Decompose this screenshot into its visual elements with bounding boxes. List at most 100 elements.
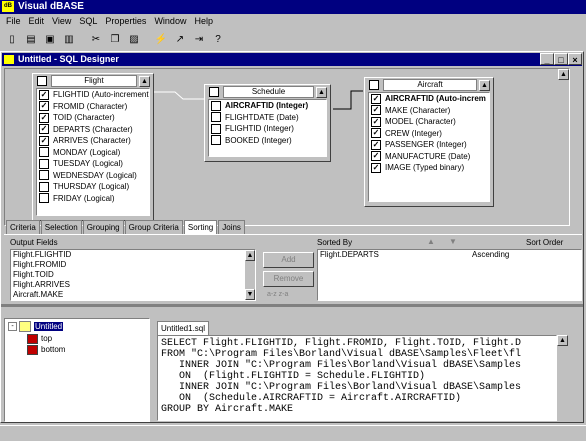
copy-icon[interactable]: ❐ [107,31,123,47]
field-checkbox[interactable] [39,193,49,204]
field-row[interactable]: MANUFACTURE (Date) [369,151,489,163]
field-row[interactable]: FLIGHTID (Auto-increment) [37,89,149,101]
open-folder-icon[interactable]: ▤ [23,31,39,47]
flight-table[interactable]: Flight▲FLIGHTID (Auto-increment)FROMID (… [32,73,154,221]
field-row[interactable]: AIRCRAFTID (Integer) [209,100,326,112]
output-field-item[interactable]: Flight.TOID [11,270,255,280]
tab-sorting[interactable]: Sorting [183,220,218,234]
field-checkbox[interactable] [39,147,49,158]
output-list-scrollbar[interactable]: ▲ ▼ [245,250,255,300]
sorted-by-list[interactable]: Flight.DEPARTS Ascending [317,249,582,301]
field-row[interactable]: WEDNESDAY (Logical) [37,170,149,182]
menu-help[interactable]: Help [190,14,217,28]
field-row[interactable]: IMAGE (Typed binary) [369,162,489,174]
output-scroll-down-icon[interactable]: ▼ [245,289,255,300]
sql-text-area[interactable]: SELECT Flight.FLIGHTID, Flight.FROMID, F… [157,335,557,421]
aircraft-table[interactable]: Aircraft▲AIRCRAFTID (Auto-incremMAKE (Ch… [364,77,494,207]
az-sort-buttons[interactable]: a-z z-a [267,291,288,298]
field-checkbox[interactable] [39,170,49,181]
field-row[interactable]: ARRIVES (Character) [37,135,149,147]
sql-scroll-up-icon[interactable]: ▲ [557,335,568,346]
remove-button[interactable]: Remove [263,271,314,287]
print-icon[interactable]: ▥ [61,31,77,47]
tab-joins[interactable]: Joins [218,220,245,234]
field-row[interactable]: BOOKED (Integer) [209,135,326,147]
table-menu-arrow-icon[interactable]: ▲ [479,79,490,91]
select-all-checkbox[interactable] [209,87,219,97]
field-row[interactable]: MAKE (Character) [369,105,489,117]
cut-icon[interactable]: ✂ [88,31,104,47]
save-icon[interactable]: ▣ [42,31,58,47]
tab-grouping[interactable]: Grouping [82,220,124,234]
field-checkbox[interactable] [371,151,381,162]
tab-selection[interactable]: Selection [40,220,82,234]
field-row[interactable]: THURSDAY (Logical) [37,181,149,193]
move-down-arrow-icon[interactable]: ▼ [449,237,457,246]
table-menu-arrow-icon[interactable]: ▲ [316,86,327,98]
menu-sql[interactable]: SQL [75,14,101,28]
menu-window[interactable]: Window [150,14,190,28]
add-button[interactable]: Add [263,252,314,268]
field-row[interactable]: FROMID (Character) [37,101,149,113]
field-checkbox[interactable] [371,116,381,127]
select-all-checkbox[interactable] [37,76,47,86]
field-checkbox[interactable] [371,93,381,104]
minimize-button[interactable]: _ [540,53,554,65]
schedule-table[interactable]: Schedule ▲ AIRCRAFTID (Integer) FLIGHTDATE … [204,84,331,162]
field-checkbox[interactable] [211,100,221,111]
output-field-item[interactable]: Flight.ARRIVES [11,280,255,290]
run-lightning-icon[interactable]: ⚡ [153,31,169,47]
move-up-arrow-icon[interactable]: ▲ [427,237,435,246]
tab-group-criteria[interactable]: Group Criteria [124,220,183,234]
field-row[interactable]: PASSENGER (Integer) [369,139,489,151]
help-icon[interactable]: ? [210,31,226,47]
output-field-item[interactable]: Flight.FLIGHTID [11,250,255,260]
field-row[interactable]: MONDAY (Logical) [37,147,149,159]
field-row[interactable]: FLIGHTID (Integer) [209,123,326,135]
tree-root[interactable]: - Untitled [8,321,64,332]
menu-properties[interactable]: Properties [101,14,150,28]
select-all-checkbox[interactable] [369,80,379,90]
field-checkbox[interactable] [39,112,49,123]
maximize-button[interactable]: □ [554,53,568,65]
field-row[interactable]: TUESDAY (Logical) [37,158,149,170]
field-checkbox[interactable] [371,128,381,139]
close-button[interactable]: × [568,53,582,65]
sorted-field-row[interactable]: Flight.DEPARTS Ascending [318,250,581,260]
menu-edit[interactable]: Edit [25,14,49,28]
paste-icon[interactable]: ▨ [126,31,142,47]
field-row[interactable]: TOID (Character) [37,112,149,124]
field-checkbox[interactable] [211,123,221,134]
field-row[interactable]: FRIDAY (Logical) [37,193,149,205]
output-field-item[interactable]: Flight.FROMID [11,260,255,270]
tab-criteria[interactable]: Criteria [6,220,40,234]
sql-vertical-scrollbar[interactable]: ▲ [557,335,568,421]
field-checkbox[interactable] [39,158,49,169]
pane-splitter[interactable] [1,304,583,307]
new-file-icon[interactable]: ▯ [4,31,20,47]
field-checkbox[interactable] [39,181,49,192]
field-checkbox[interactable] [371,139,381,150]
output-scroll-up-icon[interactable]: ▲ [245,250,255,261]
menu-view[interactable]: View [48,14,75,28]
output-fields-list[interactable]: Flight.FLIGHTID Flight.FROMID Flight.TOID F… [10,249,256,301]
field-row[interactable]: AIRCRAFTID (Auto-increm [369,93,489,105]
field-checkbox[interactable] [371,162,381,173]
field-checkbox[interactable] [211,112,221,123]
field-checkbox[interactable] [39,101,49,112]
tree-node-bottom[interactable]: bottom [27,344,65,355]
scroll-up-arrow-icon[interactable]: ▲ [558,69,569,80]
field-row[interactable]: DEPARTS (Character) [37,124,149,136]
field-checkbox[interactable] [211,135,221,146]
field-row[interactable]: CREW (Integer) [369,128,489,140]
field-row[interactable]: FLIGHTDATE (Date) [209,112,326,124]
field-checkbox[interactable] [371,105,381,116]
chart-icon[interactable]: ↗ [172,31,188,47]
field-checkbox[interactable] [39,124,49,135]
field-row[interactable]: MODEL (Character) [369,116,489,128]
collapse-minus-icon[interactable]: - [8,322,17,331]
field-checkbox[interactable] [39,135,49,146]
tree-node-top[interactable]: top [27,333,65,344]
canvas-vertical-scrollbar[interactable]: ▲ [558,69,569,225]
menu-file[interactable]: File [2,14,25,28]
